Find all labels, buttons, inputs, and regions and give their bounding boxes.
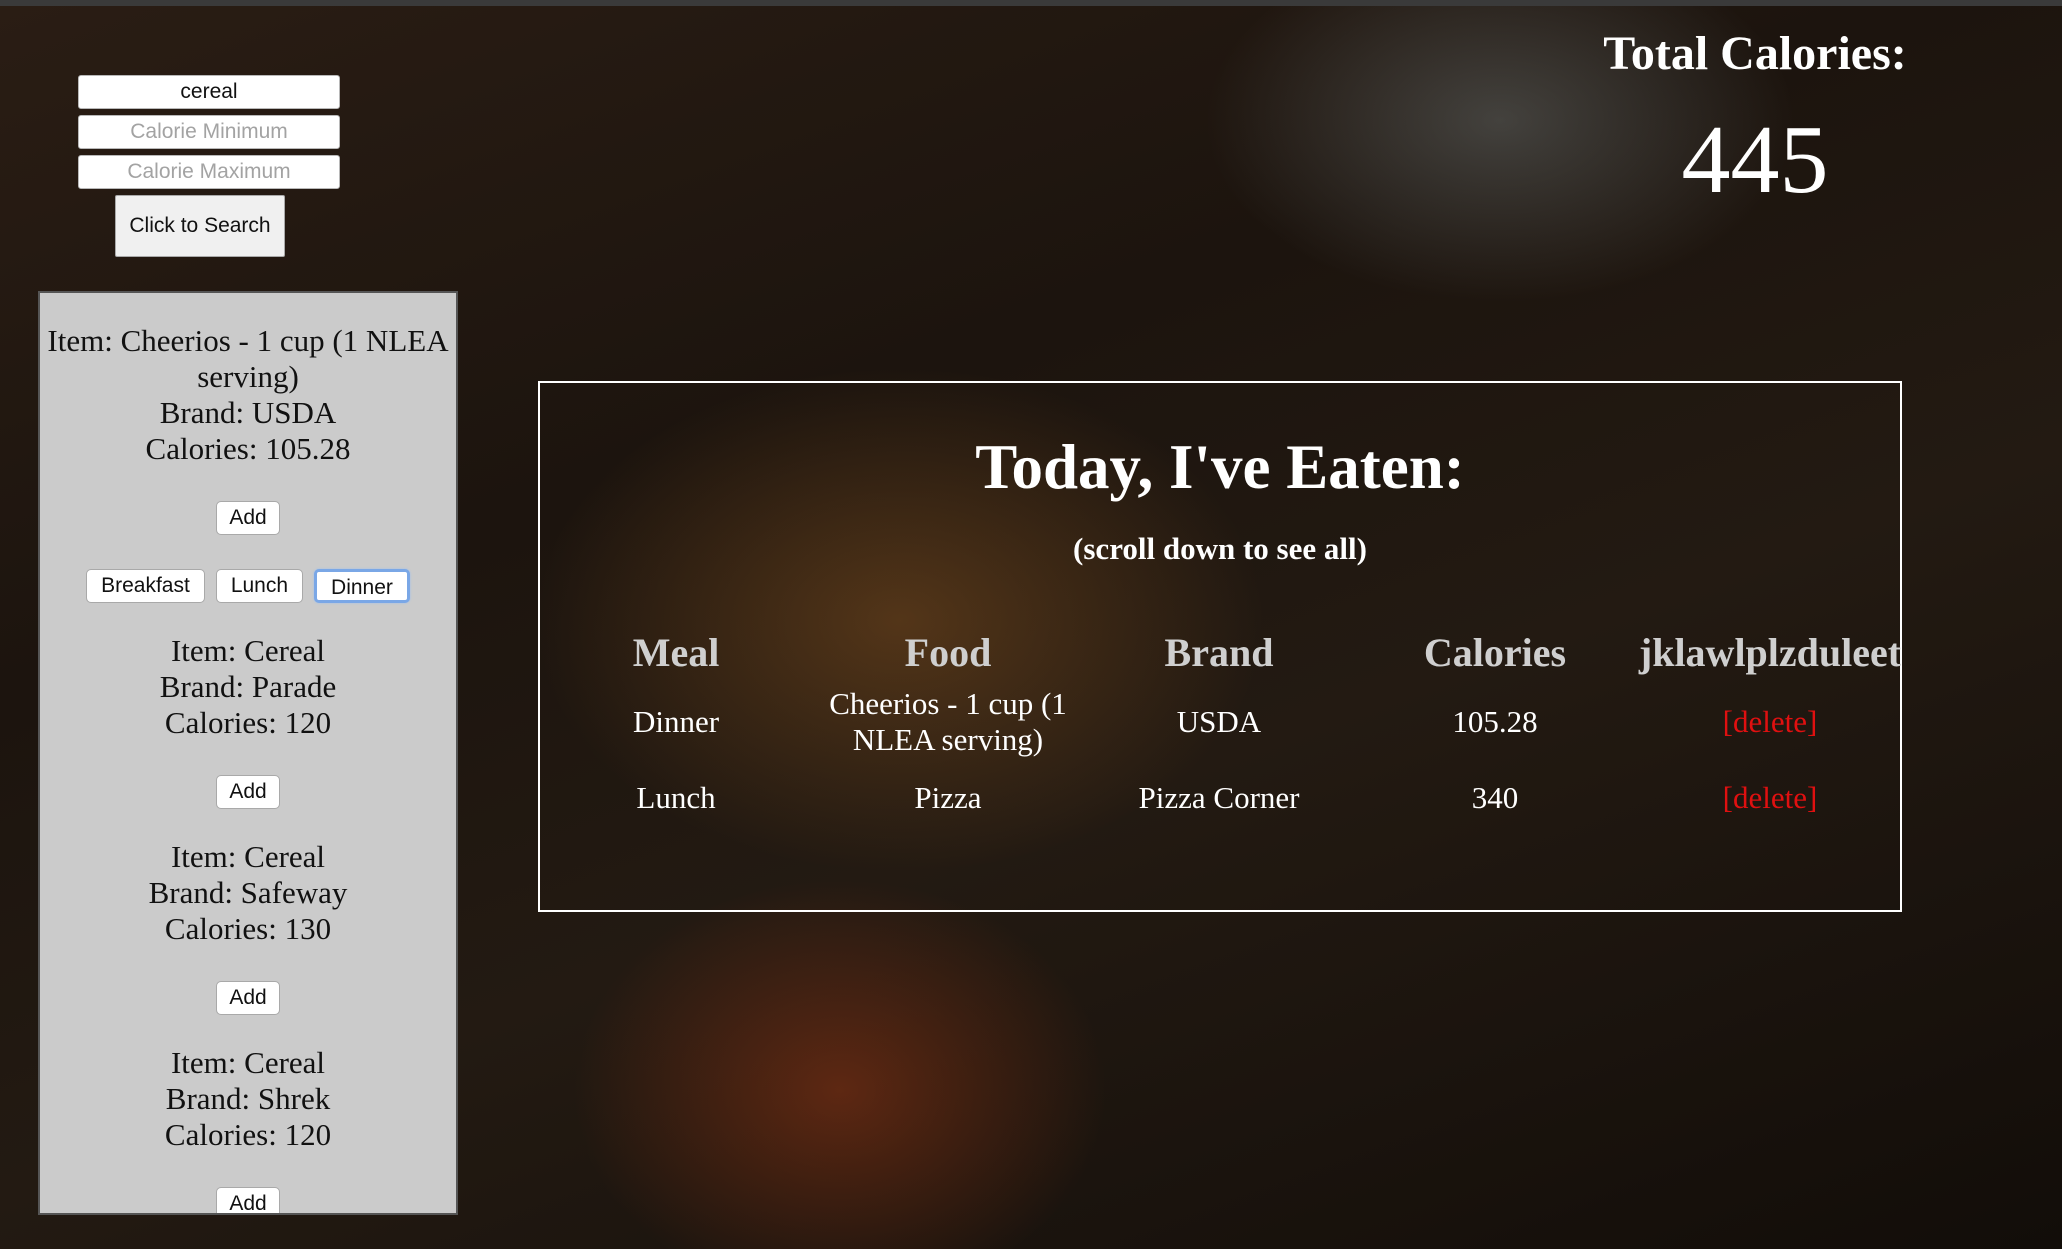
result-item-name: Item: Cereal [170,633,326,668]
add-button[interactable]: Add [216,775,280,809]
total-calories-value: 445 [1681,106,1829,214]
eaten-subtitle: (scroll down to see all) [1073,531,1367,566]
calorie-maximum-input[interactable] [78,155,340,189]
table-row: Dinner Cheerios - 1 cup (1 NLEA serving)… [540,686,1904,780]
result-item: Item: Cereal Brand: Safeway Calories: 13… [40,809,456,1015]
add-button[interactable]: Add [216,981,280,1015]
row-calories: 340 [1471,780,1519,815]
column-header-delete: jklawlplzduleet [1638,630,1902,675]
result-item: Item: Cereal Brand: Parade Calories: 120… [40,603,456,809]
result-calories: Calories: 105.28 [145,431,351,466]
search-input[interactable] [78,75,340,109]
result-calories: Calories: 120 [164,1117,332,1152]
meal-selector: Breakfast Lunch Dinner [40,569,456,603]
result-item-name: Item: Cereal [170,839,326,874]
meal-option-lunch[interactable]: Lunch [215,569,304,603]
row-brand: USDA [1176,704,1262,739]
row-food: Cheerios - 1 cup (1 NLEA serving) [829,686,1067,757]
result-item-name: Item: Cereal [170,1045,326,1080]
meal-option-dinner[interactable]: Dinner [314,569,410,603]
row-meal: Lunch [636,780,716,815]
search-button[interactable]: Click to Search [115,195,285,257]
add-button[interactable]: Add [216,501,280,535]
column-header-meal: Meal [632,630,720,675]
row-meal: Dinner [632,704,720,739]
result-item-name: Item: Cheerios - 1 cup (1 NLEA serving) [47,323,449,394]
total-calories-title: Total Calories: [1603,27,1907,80]
window-top-edge [0,0,2062,6]
result-brand: Brand: Safeway [148,875,348,910]
column-header-calories: Calories [1423,630,1567,675]
result-calories: Calories: 120 [164,705,332,740]
table-row: Lunch Pizza Pizza Corner 340 [delete] [540,780,1904,838]
search-form: Click to Search [78,75,340,257]
meal-option-breakfast[interactable]: Breakfast [86,569,205,603]
column-header-food: Food [904,630,992,675]
result-brand: Brand: Parade [159,669,337,704]
row-food: Pizza [914,780,982,815]
eaten-table: Meal Food Brand Calories jklawlplzduleet… [540,629,1904,838]
eaten-log-box: Today, I've Eaten: (scroll down to see a… [538,381,1902,912]
result-item: Item: Cereal Brand: Shrek Calories: 120 … [40,1015,456,1213]
add-button[interactable]: Add [216,1187,280,1213]
search-results-panel[interactable]: Item: Cheerios - 1 cup (1 NLEA serving) … [38,291,458,1215]
table-header-row: Meal Food Brand Calories jklawlplzduleet [540,629,1904,686]
delete-link[interactable]: [delete] [1723,704,1818,739]
eaten-title: Today, I've Eaten: [975,432,1465,502]
row-brand: Pizza Corner [1138,780,1300,815]
column-header-brand: Brand [1164,630,1274,675]
result-brand: Brand: Shrek [165,1081,331,1116]
result-brand: Brand: USDA [159,395,337,430]
delete-link[interactable]: [delete] [1723,780,1818,815]
result-calories: Calories: 130 [164,911,332,946]
calorie-minimum-input[interactable] [78,115,340,149]
row-calories: 105.28 [1452,704,1538,739]
result-item: Item: Cheerios - 1 cup (1 NLEA serving) … [40,293,456,603]
